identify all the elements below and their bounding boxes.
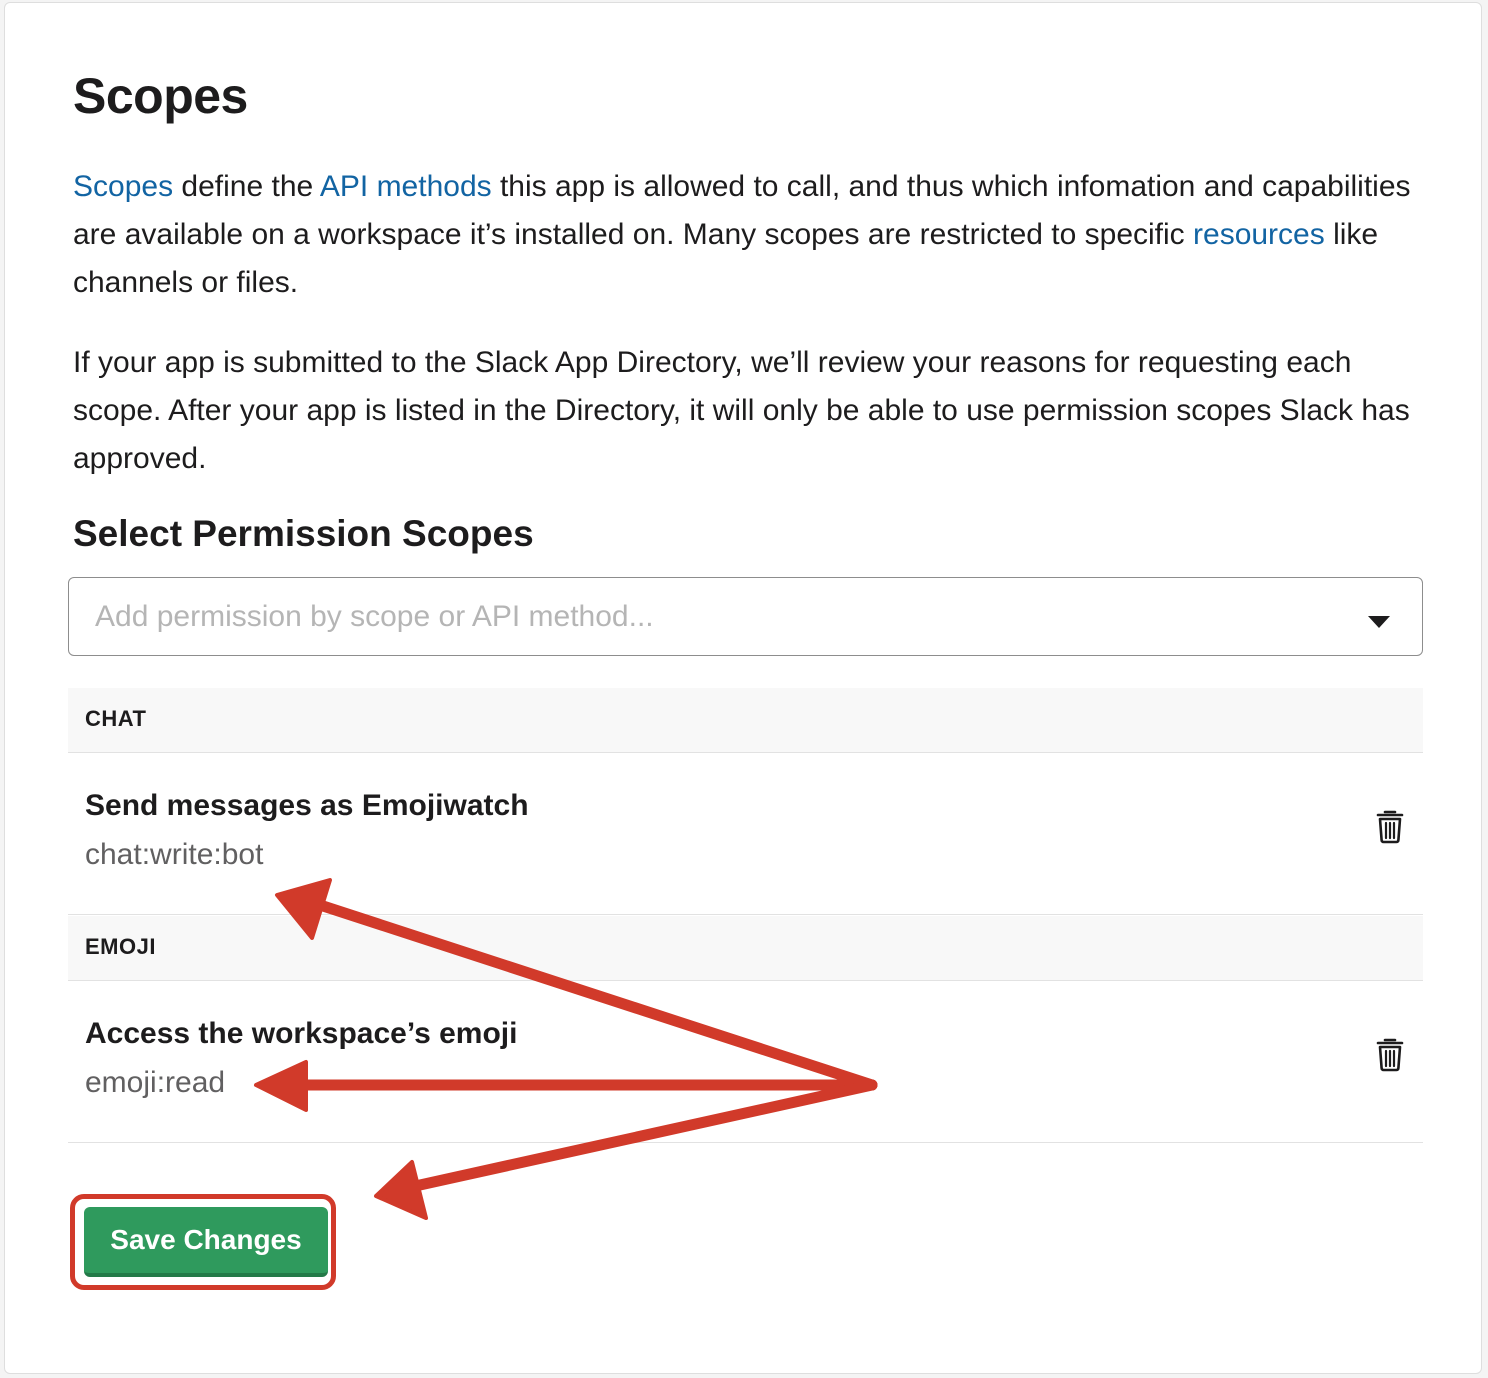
permission-search-input[interactable] [93, 592, 1337, 642]
resources-link[interactable]: resources [1193, 218, 1325, 251]
scope-group-label: CHAT [85, 706, 147, 731]
api-methods-link[interactable]: API methods [320, 170, 492, 203]
scopes-intro-paragraph: Scopes define the API methods this app i… [73, 163, 1433, 307]
scope-group-header-chat: CHAT [68, 688, 1423, 753]
scope-row: Access the workspace’s emoji emoji:read [68, 981, 1423, 1143]
permission-scopes-heading: Select Permission Scopes [73, 513, 534, 554]
scope-code: emoji:read [85, 1066, 226, 1099]
scope-row: Send messages as Emojiwatch chat:write:b… [68, 753, 1423, 915]
scope-name: Send messages as Emojiwatch [85, 789, 529, 822]
scope-group-label: EMOJI [85, 934, 156, 959]
review-note-paragraph: If your app is submitted to the Slack Ap… [73, 346, 1410, 475]
page-title: Scopes [73, 68, 248, 124]
scope-code: chat:write:bot [85, 838, 264, 871]
save-changes-button[interactable]: Save Changes [84, 1207, 328, 1277]
scopes-link[interactable]: Scopes [73, 170, 173, 203]
scope-name: Access the workspace’s emoji [85, 1017, 518, 1050]
caret-down-icon[interactable] [1368, 616, 1390, 628]
scope-group-header-emoji: EMOJI [68, 916, 1423, 981]
trash-icon[interactable] [1375, 1036, 1405, 1072]
permission-scope-select[interactable] [68, 577, 1423, 656]
intro-text-1: define the [173, 170, 320, 203]
trash-icon[interactable] [1375, 808, 1405, 844]
